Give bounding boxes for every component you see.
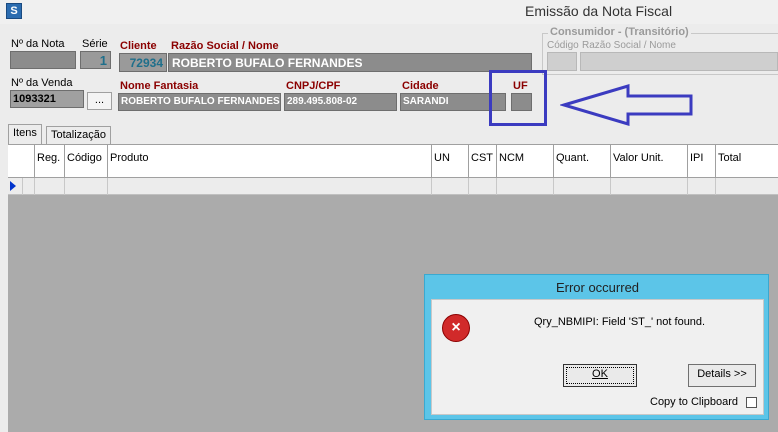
dialog-title: Error occurred [555, 280, 640, 295]
cnpj-cpf-field[interactable]: 289.495.808-02 [284, 93, 397, 111]
col-valor-unit[interactable]: Valor Unit. [611, 145, 688, 178]
serie-value: 1 [99, 53, 107, 68]
copy-to-clipboard-label: Copy to Clipboard [650, 396, 739, 408]
label-razao-social: Razão Social / Nome [171, 40, 279, 52]
col-ncm[interactable]: NCM [497, 145, 554, 178]
row-cell-quant[interactable] [554, 178, 611, 195]
details-button[interactable]: Details >> [688, 364, 756, 387]
label-numero-venda: Nº da Venda [11, 77, 73, 89]
row-cell-valor-unit[interactable] [611, 178, 688, 195]
current-row-arrow-icon [10, 181, 16, 191]
table-row[interactable] [8, 178, 778, 195]
col-quant[interactable]: Quant. [554, 145, 611, 178]
cliente-codigo-value: 72934 [129, 56, 163, 70]
uf-highlight-annotation [489, 70, 547, 126]
ok-button[interactable]: OK [563, 364, 637, 387]
tab-itens[interactable]: Itens [8, 124, 42, 144]
details-button-label: Details >> [697, 368, 747, 380]
label-serie: Série [82, 38, 108, 50]
col-cst[interactable]: CST [469, 145, 497, 178]
nome-fantasia-value: ROBERTO BUFALO FERNANDES [121, 96, 280, 107]
consumidor-razao-field[interactable] [580, 52, 778, 71]
row-cell-produto[interactable] [108, 178, 432, 195]
label-cliente: Cliente [120, 40, 157, 52]
label-consumidor-codigo: Código [547, 40, 579, 51]
label-nome-fantasia: Nome Fantasia [120, 80, 199, 92]
label-numero-nota: Nº da Nota [11, 38, 65, 50]
numero-venda-field[interactable]: 1093321 [10, 90, 84, 108]
annotation-arrow-icon [560, 84, 693, 126]
numero-nota-field[interactable] [10, 51, 76, 69]
nome-fantasia-field[interactable]: ROBERTO BUFALO FERNANDES [118, 93, 281, 111]
tab-totalizacao[interactable]: Totalização [46, 126, 112, 144]
row-cell-total[interactable] [716, 178, 778, 195]
venda-lookup-button[interactable]: ... [87, 92, 112, 110]
consumidor-codigo-field[interactable] [547, 52, 577, 71]
col-codigo[interactable]: Código [65, 145, 108, 178]
error-icon: × [442, 314, 470, 342]
razao-social-value: ROBERTO BUFALO FERNANDES [172, 56, 363, 70]
grid-header: Reg. Código Produto UN CST NCM Quant. Va… [8, 145, 778, 178]
copy-to-clipboard-checkbox[interactable] [746, 397, 757, 408]
error-message: Qry_NBMIPI: Field 'ST_' not found. [534, 316, 706, 328]
col-reg[interactable]: Reg. [35, 145, 65, 178]
row-indicator-cell [8, 178, 23, 195]
row-cell-cst[interactable] [469, 178, 497, 195]
col-ipi[interactable]: IPI [688, 145, 716, 178]
row-cell-codigo[interactable] [65, 178, 108, 195]
col-produto[interactable]: Produto [108, 145, 432, 178]
window-title: Emissão da Nota Fiscal [525, 3, 673, 19]
label-cnpj-cpf: CNPJ/CPF [286, 80, 341, 92]
row-cell-ipi[interactable] [688, 178, 716, 195]
col-un[interactable]: UN [432, 145, 469, 178]
consumidor-group-title: Consumidor - (Transitório) [548, 26, 691, 38]
app-icon[interactable]: S [6, 3, 22, 19]
col-total[interactable]: Total [716, 145, 778, 178]
serie-field[interactable]: 1 [80, 51, 111, 69]
error-dialog: Error occurred × Qry_NBMIPI: Field 'ST_'… [424, 274, 769, 420]
row-cell-un[interactable] [432, 178, 469, 195]
cnpj-cpf-value: 289.495.808-02 [287, 96, 358, 107]
title-bar: S Emissão da Nota Fiscal [0, 0, 778, 24]
dialog-body: × Qry_NBMIPI: Field 'ST_' not found. OK … [431, 299, 764, 415]
row-cell-ncm[interactable] [497, 178, 554, 195]
numero-venda-value: 1093321 [13, 93, 56, 105]
label-cidade: Cidade [402, 80, 439, 92]
cliente-codigo-field[interactable]: 72934 [119, 53, 167, 72]
ok-button-label: OK [592, 368, 608, 380]
row-cell-blank [23, 178, 35, 195]
cidade-value: SARANDI [403, 96, 449, 107]
app-window: S Emissão da Nota Fiscal Nº da Nota Séri… [0, 0, 778, 432]
col-indicator [8, 145, 35, 178]
row-cell-reg[interactable] [35, 178, 65, 195]
razao-social-field[interactable]: ROBERTO BUFALO FERNANDES [168, 53, 532, 72]
label-consumidor-razao: Razão Social / Nome [582, 40, 676, 51]
